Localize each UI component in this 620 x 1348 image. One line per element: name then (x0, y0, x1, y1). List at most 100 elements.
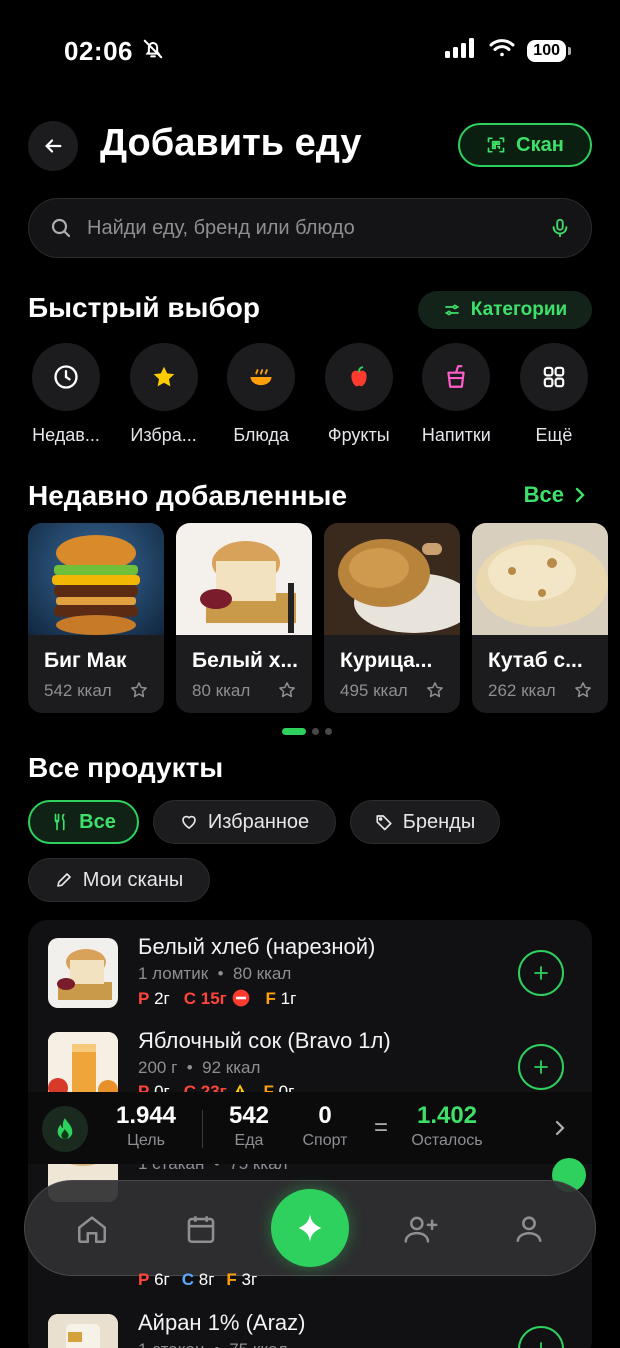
quick-item-drinks[interactable]: Напитки (418, 343, 494, 446)
bell-muted-icon (142, 38, 164, 65)
status-bar: 02:06 100 (0, 0, 620, 100)
arrow-left-icon (45, 139, 62, 153)
add-button[interactable] (518, 1044, 564, 1090)
apple-icon (351, 366, 367, 387)
filter-chip-brands[interactable]: Бренды (350, 800, 500, 844)
quick-item-label: Блюда (233, 425, 290, 445)
chevron-right-icon[interactable] (554, 1120, 566, 1136)
quick-item-recent[interactable]: Недав... (28, 343, 104, 446)
home-icon (77, 1216, 107, 1244)
scan-label: Скан (516, 133, 564, 156)
summary-equals: = (374, 1114, 389, 1141)
calorie-summary[interactable]: 1.944 Цель 542 Еда 0 Спорт = 1.402 Остал… (28, 1092, 592, 1164)
recent-card-name: Кутаб с... (488, 649, 583, 672)
pencil-icon (56, 873, 71, 887)
search-input[interactable]: Найди еду, бренд или блюдо (28, 198, 592, 258)
star-outline-icon[interactable] (278, 681, 296, 699)
bread-image (176, 523, 312, 635)
ai-assistant-button[interactable] (271, 1189, 349, 1267)
search-placeholder: Найди еду, бренд или блюдо (87, 216, 355, 239)
quick-item-favorites[interactable]: Избра... (126, 343, 202, 446)
star-outline-icon[interactable] (574, 681, 592, 699)
product-macros: Р 2г С 15г F 1г (138, 988, 297, 1009)
summary-sport: 0 Спорт (302, 1102, 348, 1149)
recent-carousel[interactable]: Биг Мак 542 ккал Белый х... 80 ккал Кури… (28, 523, 620, 713)
pagination-dot[interactable] (325, 728, 332, 735)
recent-card[interactable]: Биг Мак 542 ккал (28, 523, 164, 713)
ayran-thumbnail (48, 1314, 118, 1348)
quick-item-more[interactable]: Ещё (516, 343, 592, 446)
recent-card[interactable]: Белый х... 80 ккал (176, 523, 312, 713)
add-button[interactable] (518, 1326, 564, 1348)
filter-chip-label: Мои сканы (82, 868, 184, 891)
tab-home[interactable] (70, 1207, 114, 1251)
quick-pick-row: Недав... Избра... Блюда Фрукты Напитки Е… (28, 343, 592, 446)
search-icon (51, 218, 71, 238)
categories-button[interactable]: Категории (418, 291, 592, 329)
plus-icon (534, 1060, 548, 1074)
back-button[interactable] (28, 121, 78, 171)
filter-chip-label: Все (79, 810, 116, 833)
signal-icon (445, 38, 477, 63)
tag-icon (376, 815, 392, 831)
quick-item-label: Напитки (421, 425, 491, 445)
scan-button[interactable]: Скан (458, 123, 592, 167)
star-icon (153, 366, 174, 387)
recent-card[interactable]: Курица... 495 ккал (324, 523, 460, 713)
add-button[interactable] (518, 950, 564, 996)
product-name: Яблочный сок (Bravo 1л) (138, 1028, 391, 1053)
product-meta: 1 ломтик • 80 ккал (138, 964, 292, 983)
summary-divider (202, 1110, 203, 1148)
quick-pick-title: Быстрый выбор (28, 292, 260, 323)
quick-item-dishes[interactable]: Блюда (223, 343, 299, 446)
star-outline-icon[interactable] (130, 681, 148, 699)
filter-chip-all[interactable]: Все (28, 800, 139, 844)
burger-image (28, 523, 164, 635)
page-title: Добавить еду (100, 122, 362, 164)
recent-card-kcal: 262 ккал (488, 681, 556, 700)
fork-knife-icon (54, 813, 65, 831)
tab-profile[interactable] (507, 1207, 551, 1251)
filter-chip-my-scans[interactable]: Мои сканы (28, 858, 210, 902)
plus-icon (540, 1342, 542, 1348)
list-item[interactable]: Белый хлеб (нарезной) 1 ломтик • 80 ккал… (28, 920, 592, 1020)
filter-chip-label: Избранное (207, 810, 310, 833)
see-all-link[interactable]: Все (524, 482, 586, 508)
star-outline-icon[interactable] (426, 681, 444, 699)
filter-chip-favorites[interactable]: Избранное (153, 800, 336, 844)
summary-food: 542 Еда (228, 1102, 270, 1149)
quick-item-label: Недав... (32, 425, 100, 445)
tab-calendar[interactable] (179, 1207, 223, 1251)
recent-card[interactable]: Кутаб с... 262 ккал (472, 523, 608, 713)
categories-label: Категории (470, 299, 568, 320)
add-user-icon (404, 1216, 438, 1243)
all-products-title: Все продукты (28, 752, 224, 783)
tab-add-friend[interactable] (399, 1207, 443, 1251)
product-meta: 1 стакан • 75 ккал (138, 1340, 288, 1348)
recent-card-kcal: 542 ккал (44, 681, 112, 700)
microphone-icon[interactable] (549, 217, 571, 239)
heart-icon (181, 815, 196, 829)
plus-icon (534, 966, 548, 980)
quick-item-label: Ещё (535, 425, 573, 445)
pagination-dot[interactable] (282, 728, 306, 735)
recent-card-name: Курица... (340, 649, 433, 672)
list-item[interactable]: Айран 1% (Araz) 1 стакан • 75 ккал (28, 1296, 592, 1348)
wifi-icon (489, 38, 515, 63)
see-all-label: Все (523, 482, 564, 507)
recent-card-name: Биг Мак (44, 649, 127, 672)
product-name: Белый хлеб (нарезной) (138, 934, 376, 959)
chicken-image (324, 523, 460, 635)
filter-chip-label: Бренды (402, 810, 476, 833)
recent-title: Недавно добавленные (28, 480, 348, 511)
qutab-image (472, 523, 608, 635)
quick-item-fruits[interactable]: Фрукты (321, 343, 397, 446)
flame-icon (42, 1106, 88, 1152)
drink-icon (447, 365, 466, 388)
clock-icon (54, 365, 78, 389)
bread-thumbnail (48, 938, 118, 1008)
status-time: 02:06 (64, 36, 133, 66)
summary-goal: 1.944 Цель (115, 1102, 177, 1149)
pagination-dot[interactable] (312, 728, 319, 735)
scan-icon (487, 137, 505, 153)
